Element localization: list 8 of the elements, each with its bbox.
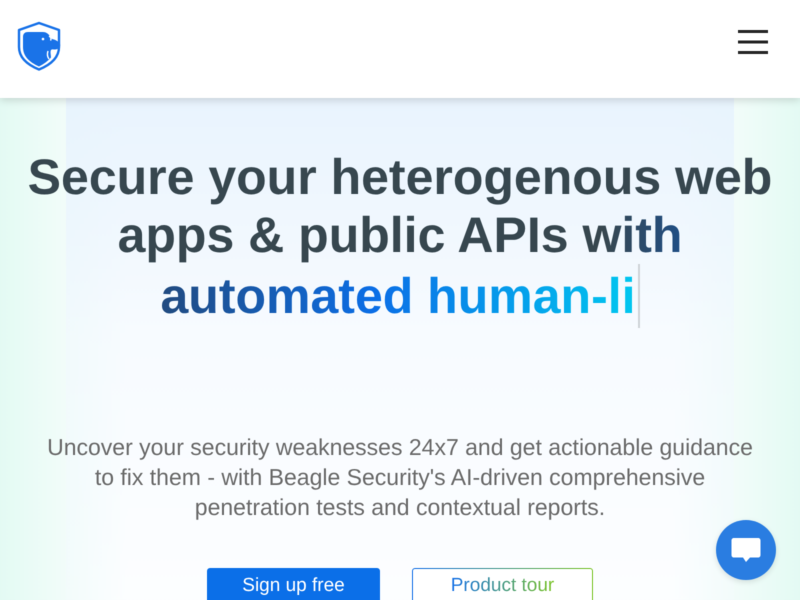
product-tour-button[interactable]: Product tour <box>412 568 593 600</box>
hero-description: Uncover your security weaknesses 24x7 and get actionable guidance to fix them - with Beagle Security's AI-driven comprehensive penetration tests and contextual reports. <box>47 433 753 522</box>
menu-button[interactable] <box>738 30 768 54</box>
dog-shield-logo[interactable] <box>15 20 63 70</box>
menu-icon <box>738 30 768 54</box>
chat-bubble-icon <box>731 536 761 564</box>
sign-up-button[interactable]: Sign up free <box>207 568 380 600</box>
text-cursor <box>638 264 640 328</box>
